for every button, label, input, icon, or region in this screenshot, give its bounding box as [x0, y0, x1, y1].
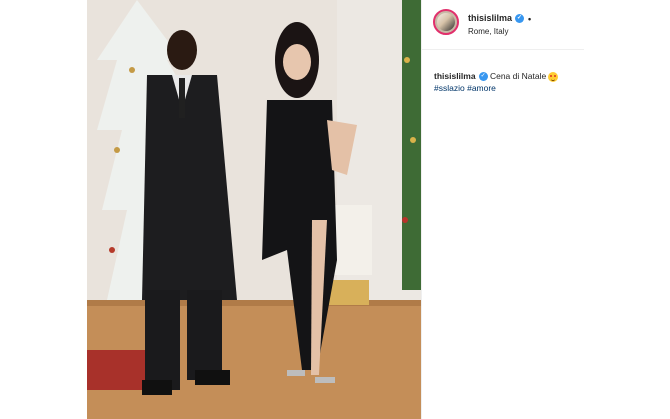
post-location[interactable]: Rome, Italy [468, 27, 508, 36]
avatar[interactable] [433, 9, 459, 35]
post-photo-svg [87, 0, 421, 419]
post-username[interactable]: thisislilma [468, 13, 512, 23]
verified-badge-icon: ✓ [515, 14, 525, 24]
dot-icon: • [528, 13, 532, 24]
post-header: thisislilma ✓ • Rome, Italy [422, 0, 584, 50]
post-photo[interactable] [87, 0, 421, 419]
hashtag-sslazio[interactable]: #sslazio [434, 83, 465, 93]
post-sidebar: thisislilma ✓ • Rome, Italy thisislilma ✓ C… [421, 0, 670, 419]
instagram-post-embed: thisislilma ✓ • Rome, Italy thisislilma ✓ C… [0, 0, 670, 419]
verified-badge-icon: ✓ [478, 72, 488, 82]
post-caption: thisislilma ✓ Cena di Natale #sslazio #am… [434, 70, 584, 94]
caption-username[interactable]: thisislilma [434, 71, 476, 81]
avatar-image [437, 13, 455, 31]
smiling-face-with-heart-eyes-icon [548, 71, 559, 82]
caption-text: Cena di Natale [489, 71, 547, 81]
post-username-row: thisislilma ✓ • [468, 13, 531, 24]
hashtag-amore[interactable]: #amore [467, 83, 496, 93]
